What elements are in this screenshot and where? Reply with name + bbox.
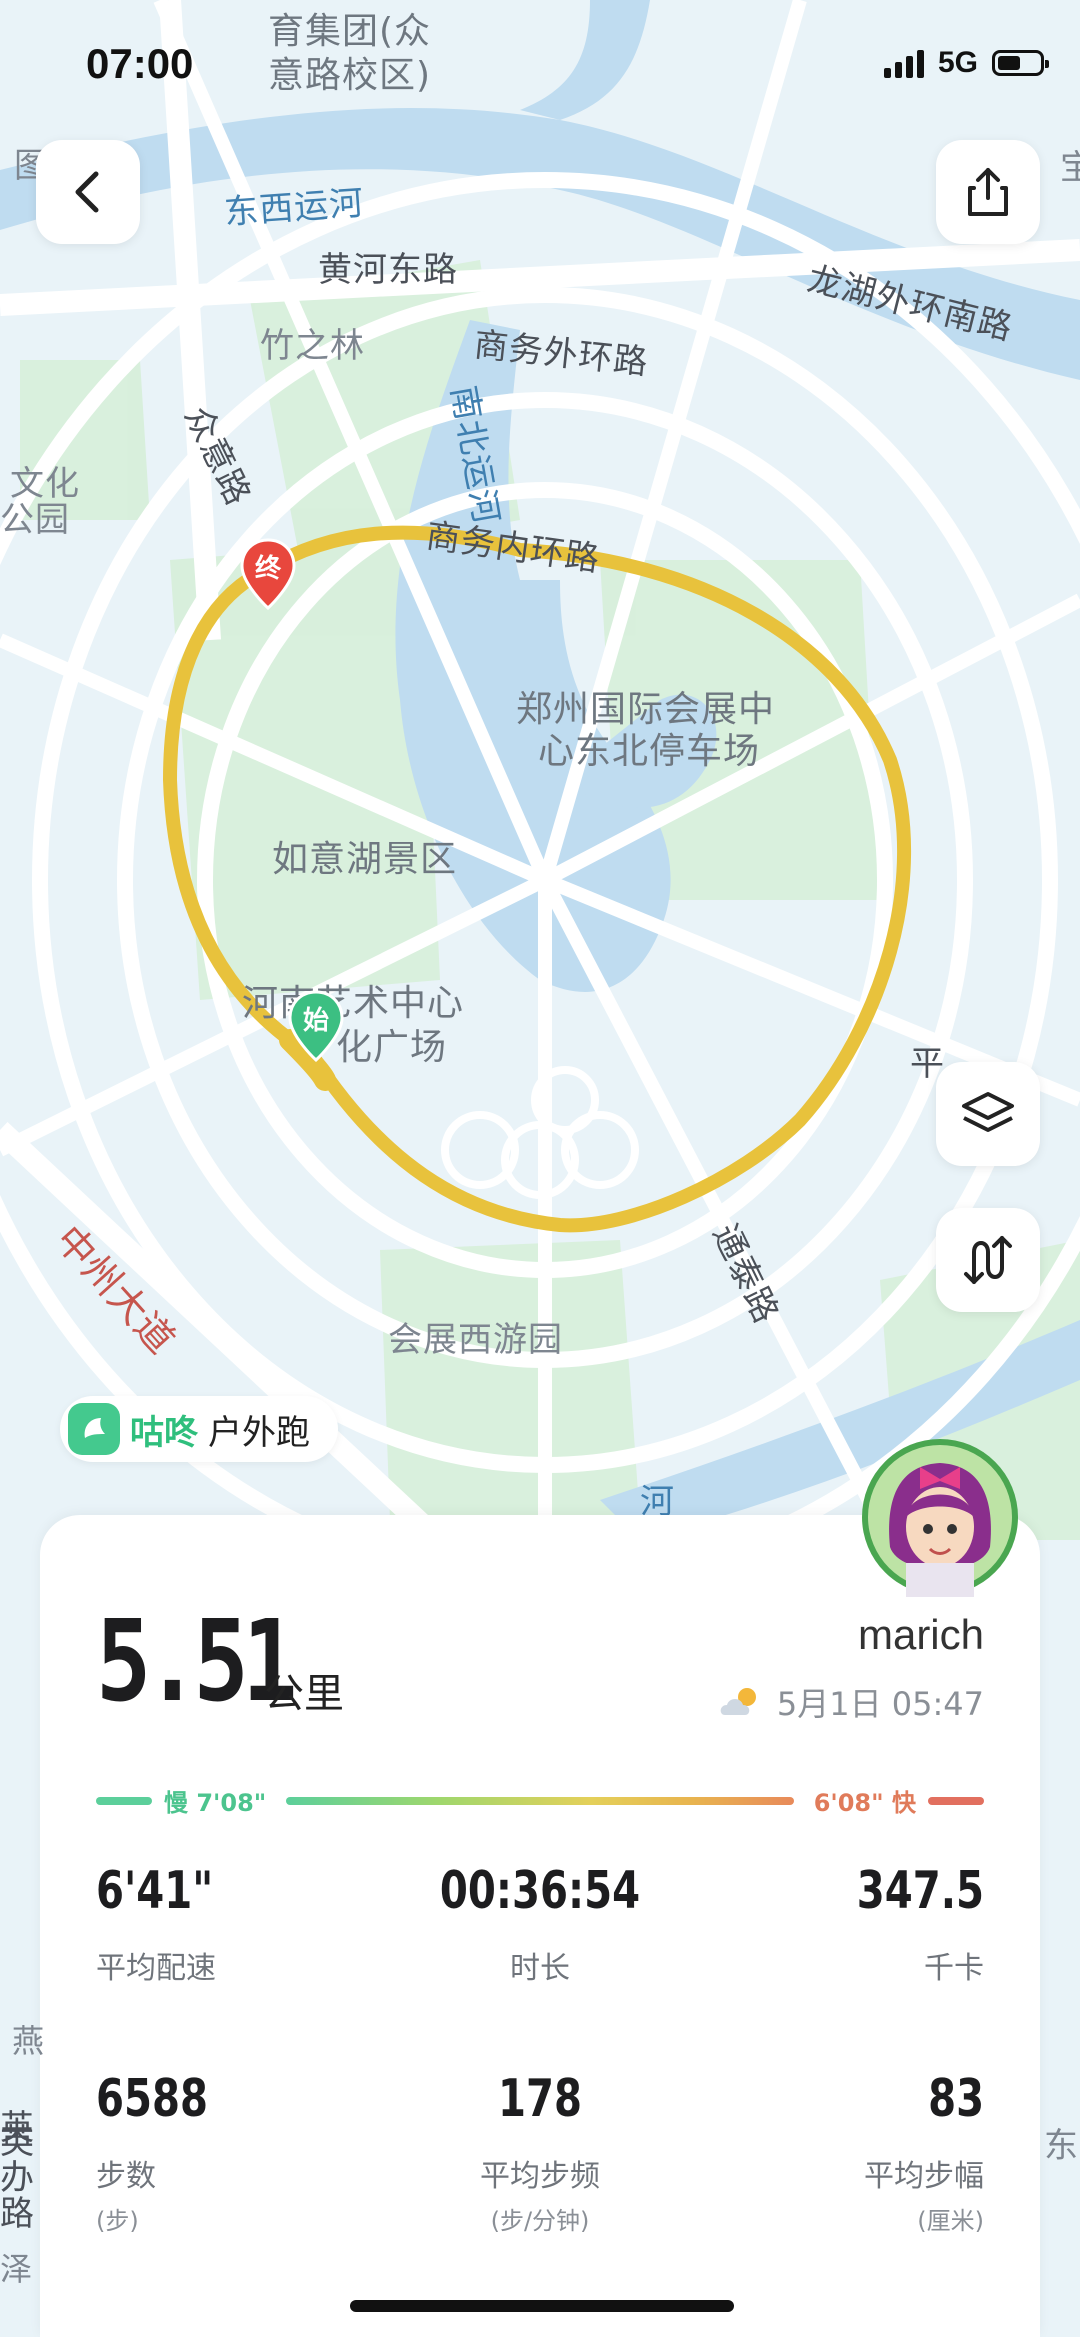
distance-unit: 公里 bbox=[264, 1671, 344, 1717]
pace-slow-bar bbox=[96, 1797, 152, 1805]
map-label: 燕 bbox=[12, 2022, 46, 2060]
network-type: 5G bbox=[937, 46, 978, 79]
distance-value: 5.51 bbox=[96, 1597, 297, 1727]
map-label: 如意湖景区 bbox=[272, 839, 458, 880]
avatar[interactable] bbox=[860, 1437, 1020, 1597]
calories-value: 347.5 bbox=[856, 1861, 984, 1921]
calories-label: 千卡 bbox=[924, 1951, 984, 1986]
map-label: 意路校区) bbox=[268, 55, 432, 96]
end-marker-label: 终 bbox=[254, 554, 281, 584]
map-label: 公园 bbox=[0, 500, 70, 540]
partly-cloudy-icon bbox=[720, 1688, 756, 1715]
map-view[interactable]: 育集团(众 意路校区) 东西运河 黄河东路 龙湖外环南路 竹之林 商务外环路 众… bbox=[0, 0, 1080, 2148]
layers-button[interactable] bbox=[936, 1062, 1040, 1166]
cadence-unit: (步/分钟) bbox=[490, 2207, 590, 2235]
map-label: 宝 bbox=[1060, 148, 1080, 188]
pace-fast-bar bbox=[928, 1797, 984, 1805]
map-label: 会展西游园 bbox=[388, 1320, 563, 1360]
route-toggle-icon bbox=[964, 1236, 1012, 1284]
back-icon bbox=[75, 171, 99, 213]
run-datetime: 5月1日 05:47 bbox=[776, 1685, 984, 1723]
date-row: 5月1日 05:47 bbox=[717, 1679, 984, 1725]
pace-gradient bbox=[286, 1797, 794, 1805]
map-label: 黄河东路 bbox=[318, 250, 458, 290]
map-label: 路 bbox=[0, 2194, 35, 2234]
map-label: 竹之林 bbox=[260, 326, 365, 366]
cadence-value: 178 bbox=[498, 2069, 582, 2129]
duration-value: 00:36:54 bbox=[439, 1861, 641, 1921]
duration-label: 时长 bbox=[510, 1951, 570, 1986]
activity-type: 户外跑 bbox=[208, 1412, 310, 1453]
codoon-logo-icon bbox=[68, 1403, 120, 1455]
signal-icon bbox=[883, 48, 924, 78]
map-label: 化广场 bbox=[336, 1027, 448, 1068]
pace-slow-label: 慢 7'08" bbox=[164, 1789, 267, 1817]
map-label: 东西运河 bbox=[223, 183, 366, 233]
stride-value: 83 bbox=[928, 2069, 984, 2129]
route-toggle-button[interactable] bbox=[936, 1208, 1040, 1312]
stride-label: 平均步幅 bbox=[864, 2159, 984, 2194]
app-brand-tag: 咕咚 户外跑 bbox=[60, 1396, 338, 1462]
map-label: 心东北停车场 bbox=[538, 731, 761, 772]
status-indicators: 5G bbox=[883, 46, 1049, 80]
battery-icon bbox=[992, 50, 1049, 76]
pace-fast-label: 6'08" 快 bbox=[813, 1789, 916, 1817]
share-icon bbox=[968, 168, 1008, 216]
brand-name: 咕咚 bbox=[130, 1412, 198, 1453]
share-button[interactable] bbox=[936, 140, 1040, 244]
layers-icon bbox=[962, 1092, 1014, 1132]
status-time: 07:00 bbox=[86, 40, 194, 87]
map-label: 泽 bbox=[0, 2250, 34, 2288]
start-marker-label: 始 bbox=[302, 1006, 329, 1036]
stride-unit: (厘米) bbox=[917, 2207, 984, 2235]
pace-scale: 慢 7'08" 6'08" 快 bbox=[96, 1783, 984, 1817]
run-summary-card: 5.51 公里 marich 5月1日 05:47 慢 7'08" 6'08" … bbox=[40, 1439, 1040, 2337]
back-button[interactable] bbox=[36, 140, 140, 244]
username[interactable]: marich bbox=[858, 1611, 984, 1659]
home-indicator[interactable] bbox=[350, 2300, 734, 2312]
map-label: 东发 bbox=[1044, 2126, 1080, 2166]
